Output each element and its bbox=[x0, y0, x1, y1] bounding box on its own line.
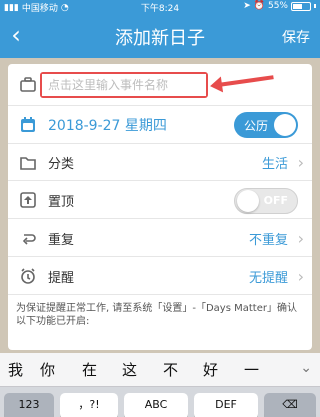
page-title: 添加新日子 bbox=[115, 28, 205, 49]
key-abc[interactable]: ABC bbox=[124, 393, 188, 417]
pin-toggle[interactable]: OFF bbox=[234, 188, 298, 214]
status-right: ➤ ⏰ 55% bbox=[243, 1, 316, 11]
calendar-svg bbox=[21, 116, 35, 132]
battery-icon bbox=[291, 1, 311, 11]
candidate-word[interactable]: 不 bbox=[163, 359, 178, 380]
save-button[interactable]: 保存 bbox=[282, 27, 310, 47]
reminder-note: 为保证提醒正常工作, 请至系统「设置」-「Days Matter」确认以下功能已… bbox=[16, 303, 297, 327]
repeat-row[interactable]: 重复 不重复 › bbox=[8, 220, 312, 257]
folder-icon bbox=[18, 152, 38, 172]
pin-top-svg bbox=[20, 192, 36, 208]
top-bar: ▮▮▮ 中国移动 ◔ 下午8:24 ➤ ⏰ 55% ‹ 添加新日子 保存 bbox=[0, 0, 320, 58]
repeat-icon bbox=[18, 228, 38, 248]
key-123[interactable]: 123 bbox=[4, 393, 54, 417]
event-name-row bbox=[8, 64, 312, 106]
pin-row: 置顶 OFF bbox=[8, 182, 312, 219]
reminder-row[interactable]: 提醒 无提醒 › bbox=[8, 258, 312, 295]
alarm-icon: ⏰ bbox=[253, 1, 265, 11]
repeat-svg bbox=[22, 234, 36, 245]
date-row[interactable]: 2018-9-27 星期四 公历 bbox=[8, 106, 312, 144]
briefcase-svg bbox=[20, 76, 36, 92]
status-bar: ▮▮▮ 中国移动 ◔ 下午8:24 ➤ ⏰ 55% bbox=[0, 0, 320, 14]
nav-header: ‹ 添加新日子 保存 bbox=[0, 14, 320, 58]
candidate-word[interactable]: 好 bbox=[203, 359, 218, 380]
chevron-down-icon[interactable]: ⌄ bbox=[300, 360, 312, 376]
repeat-value: 不重复 bbox=[248, 232, 288, 248]
date-text[interactable]: 2018-9-27 星期四 bbox=[48, 115, 167, 135]
category-value: 生活 bbox=[261, 156, 288, 172]
calendar-icon bbox=[18, 115, 38, 135]
toggle-knob bbox=[274, 114, 296, 136]
backspace-icon[interactable]: ⌫ bbox=[264, 393, 316, 417]
location-icon: ➤ bbox=[243, 1, 251, 11]
content-area: 2018-9-27 星期四 公历 分类 生活 › 置 bbox=[0, 58, 320, 353]
repeat-label: 重复 bbox=[48, 232, 75, 248]
candidate-word[interactable]: 在 bbox=[82, 359, 97, 380]
key-def[interactable]: DEF bbox=[194, 393, 258, 417]
pin-toggle-label: OFF bbox=[263, 194, 288, 207]
event-name-input-box[interactable] bbox=[40, 72, 208, 98]
calendar-type-toggle[interactable]: 公历 bbox=[234, 112, 298, 138]
chevron-right-icon: › bbox=[297, 266, 304, 286]
reminder-label: 提醒 bbox=[48, 270, 75, 286]
event-form-card: 2018-9-27 星期四 公历 分类 生活 › 置 bbox=[8, 64, 312, 350]
folder-svg bbox=[20, 157, 36, 170]
reminder-value: 无提醒 bbox=[248, 270, 288, 286]
chevron-right-icon: › bbox=[297, 228, 304, 248]
event-name-input[interactable] bbox=[42, 74, 206, 96]
pin-top-icon bbox=[18, 190, 38, 210]
key-punct[interactable]: ，?! bbox=[60, 393, 118, 417]
candidate-bar: 我 你 在 这 不 好 一 ⌄ bbox=[0, 353, 320, 387]
candidate-word[interactable]: 你 bbox=[40, 359, 55, 380]
alarm-clock-icon bbox=[18, 266, 38, 286]
candidate-word[interactable]: 这 bbox=[122, 359, 137, 380]
briefcase-icon bbox=[18, 75, 38, 95]
battery-cap bbox=[314, 4, 316, 8]
keyboard-keys-row: 123 ，?! ABC DEF ⌫ bbox=[0, 387, 320, 417]
battery-percent: 55% bbox=[267, 1, 288, 11]
alarm-clock-svg bbox=[21, 268, 35, 284]
pin-label: 置顶 bbox=[48, 194, 75, 210]
candidate-word[interactable]: 一 bbox=[244, 359, 259, 380]
candidate-word[interactable]: 我 bbox=[8, 359, 23, 380]
annotation-arrow bbox=[217, 75, 274, 87]
keyboard: 我 你 在 这 不 好 一 ⌄ 123 ，?! ABC DEF ⌫ bbox=[0, 353, 320, 417]
category-label: 分类 bbox=[48, 156, 75, 172]
toggle-knob bbox=[237, 190, 259, 212]
calendar-type-label: 公历 bbox=[244, 119, 269, 133]
chevron-right-icon: › bbox=[297, 152, 304, 172]
category-row[interactable]: 分类 生活 › bbox=[8, 144, 312, 181]
